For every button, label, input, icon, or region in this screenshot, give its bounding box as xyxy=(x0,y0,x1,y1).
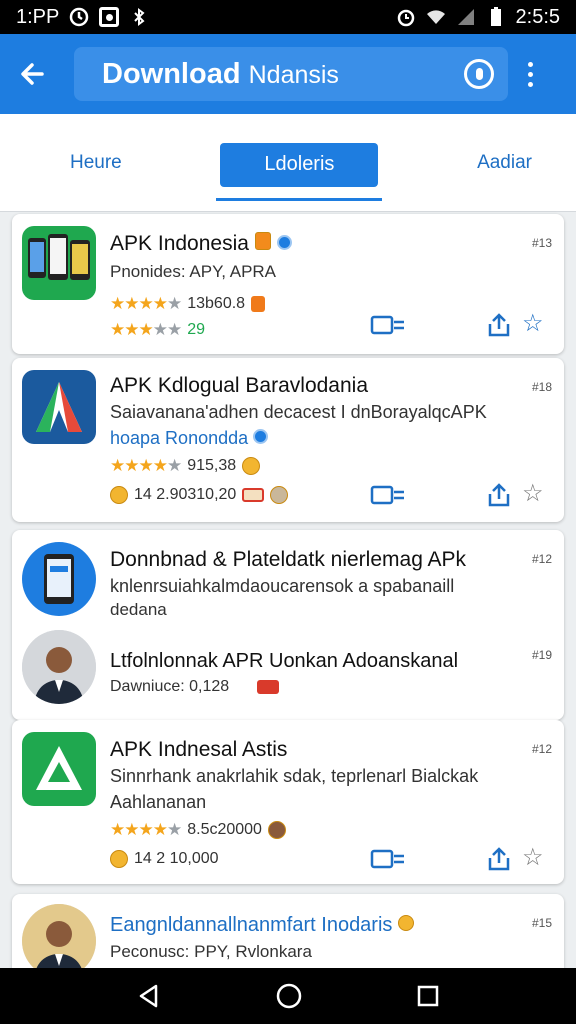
list-meta: #15 xyxy=(531,916,552,930)
rating-row-2: 14 2.90310,20 xyxy=(110,486,289,504)
item-subtitle: Dawniuce: 0,128 xyxy=(110,678,280,696)
video-badge-icon xyxy=(257,680,280,694)
hot-badge-icon xyxy=(251,296,266,312)
home-nav-icon[interactable] xyxy=(275,982,303,1010)
avatar-badge-icon xyxy=(267,821,286,839)
signal-icon xyxy=(457,9,474,25)
app-subtitle: Peconusc: PPY, Rvlonkara xyxy=(110,942,312,961)
list-meta: #19 xyxy=(531,648,552,662)
app-subtitle: Sinnrhank anakrlahik sdak, teprlenarl Bi… xyxy=(110,766,479,786)
avatar xyxy=(22,630,96,704)
app-subtitle: Pnonides: APY, APRA xyxy=(110,262,277,281)
favorite-star-icon[interactable]: ☆ xyxy=(522,312,546,336)
app-title: APK Indonesia xyxy=(110,232,292,256)
wifi-icon xyxy=(426,10,445,24)
app-title: Donnbnad & Plateldatk nierlemag APk xyxy=(110,548,467,571)
battery-icon xyxy=(490,7,501,26)
tab-downloads[interactable]: Ldoleris xyxy=(216,142,383,201)
back-arrow-icon xyxy=(21,63,44,85)
item-title: Ltfolnlonnak APR Uonkan Adoanskanal xyxy=(110,650,459,672)
tab-downloads-label: Ldoleris xyxy=(264,153,335,175)
clock-icon xyxy=(70,7,89,27)
app-subtitle-2: Aahlananan xyxy=(110,792,207,812)
download-count: 14 2 10,000 xyxy=(134,850,219,867)
review-count: 29 xyxy=(187,321,206,338)
rating-value: 915,38 xyxy=(187,457,237,474)
rating-row-2: 14 2 10,000 xyxy=(110,850,219,868)
rating-value: 13b60.8 xyxy=(187,295,246,312)
publisher-name: hoapa Ronondda xyxy=(110,428,269,449)
download-icon[interactable] xyxy=(370,848,406,870)
star-rating-icon: ★★★★★ xyxy=(110,294,182,313)
pin-icon xyxy=(397,915,414,931)
camera-icon xyxy=(99,7,120,27)
download-icon[interactable] xyxy=(370,314,406,336)
rating-row: ★★★★★ 8.5c20000 xyxy=(110,820,286,840)
system-nav-bar xyxy=(0,968,576,1024)
app-title: Eangnldannallnanmfart Inodaris xyxy=(110,914,414,937)
avatar-badge-icon xyxy=(270,486,289,504)
flag-badge-icon xyxy=(242,488,265,502)
star-rating-icon: ★★★★★ xyxy=(110,820,182,839)
avatar xyxy=(22,904,96,978)
tab-home[interactable]: Heure xyxy=(70,152,122,174)
flame-badge-icon xyxy=(254,232,271,250)
share-icon[interactable] xyxy=(486,846,512,872)
recents-nav-icon[interactable] xyxy=(416,984,440,1008)
list-item[interactable]: Donnbnad & Plateldatk nierlemag APk knle… xyxy=(12,530,564,720)
verified-icon xyxy=(276,235,292,250)
list-item[interactable]: APK Indonesia Pnonides: APY, APRA ★★★★★ … xyxy=(12,214,564,354)
rating-row: ★★★★★ 13b60.8 xyxy=(110,294,266,314)
list-meta: #12 xyxy=(531,552,552,566)
status-time: 2:5:5 xyxy=(515,5,560,28)
share-icon[interactable] xyxy=(486,482,512,508)
download-count: 14 2.90310,20 xyxy=(134,486,237,503)
tab-bar: Heure Ldoleris Aadiar xyxy=(0,114,576,212)
app-icon xyxy=(22,370,96,444)
list-meta: #18 xyxy=(531,380,552,394)
emoji-icon xyxy=(242,457,261,475)
back-button[interactable] xyxy=(0,34,64,114)
status-bar: 1:PP 2:5:5 xyxy=(0,0,576,34)
verified-icon xyxy=(253,429,269,444)
app-subtitle-2: dedana xyxy=(110,600,167,619)
rating-value: 8.5c20000 xyxy=(187,821,262,838)
status-left-text: 1:PP xyxy=(16,5,60,28)
tab-other[interactable]: Aadiar xyxy=(477,152,532,174)
app-subtitle: knlenrsuiahkalmdaoucarensok a spabanaill xyxy=(110,576,455,596)
star-rating-icon: ★★★★★ xyxy=(110,320,182,339)
list-meta: #12 xyxy=(531,742,552,756)
app-subtitle: Saiavanana'adhen decacest I dnBorayalqcA… xyxy=(110,402,487,422)
share-icon[interactable] xyxy=(486,312,512,338)
app-title: APK Kdlogual Baravlodania xyxy=(110,374,369,397)
rating-row-2: ★★★★★ 29 xyxy=(110,320,205,340)
mic-icon[interactable] xyxy=(464,59,494,89)
favorite-star-icon[interactable]: ☆ xyxy=(522,482,546,506)
app-bar: Download Ndansis xyxy=(0,34,576,114)
app-icon xyxy=(22,732,96,806)
back-nav-icon[interactable] xyxy=(136,983,162,1009)
emoji-icon xyxy=(110,486,128,504)
search-title: Download Ndansis xyxy=(102,57,339,90)
list-item[interactable]: APK Kdlogual Baravlodania Saiavanana'adh… xyxy=(12,358,564,522)
app-title: APK Indnesal Astis xyxy=(110,738,288,761)
app-icon xyxy=(22,226,96,300)
rating-row: ★★★★★ 915,38 xyxy=(110,456,261,476)
bluetooth-icon xyxy=(134,8,145,26)
app-icon xyxy=(22,542,96,616)
download-icon[interactable] xyxy=(370,484,406,506)
star-rating-icon: ★★★★★ xyxy=(110,456,182,475)
overflow-menu-icon[interactable] xyxy=(528,61,533,87)
favorite-star-icon[interactable]: ☆ xyxy=(522,846,546,870)
search-bar[interactable]: Download Ndansis xyxy=(74,47,508,101)
list-meta: #13 xyxy=(531,236,552,250)
list-item[interactable]: APK Indnesal Astis Sinnrhank anakrlahik … xyxy=(12,720,564,884)
alarm-icon xyxy=(397,9,414,27)
emoji-icon xyxy=(110,850,128,868)
active-tab-indicator xyxy=(216,197,383,201)
